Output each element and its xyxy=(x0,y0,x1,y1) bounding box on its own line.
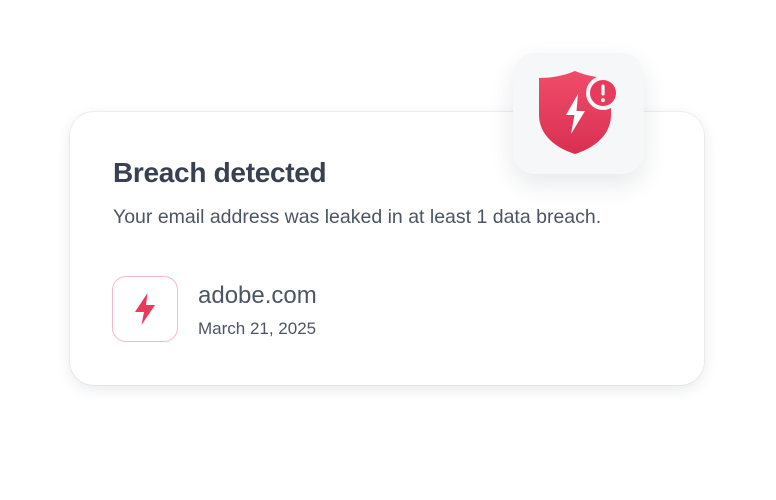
shield-status-tile xyxy=(513,53,644,174)
breach-date: March 21, 2025 xyxy=(198,319,317,338)
breach-list-item[interactable]: adobe.com March 21, 2025 xyxy=(112,276,512,346)
breach-site-name: adobe.com xyxy=(198,282,317,309)
breach-alert-stage: Breach detected Your email address was l… xyxy=(0,0,776,500)
alert-title: Breach detected xyxy=(113,157,327,188)
lightning-icon xyxy=(112,276,178,342)
lightning-icon-glyph xyxy=(135,293,155,325)
alert-message: Your email address was leaked in at leas… xyxy=(113,206,602,228)
exclamation-icon xyxy=(590,80,616,106)
shield-alert-icon xyxy=(539,71,620,154)
